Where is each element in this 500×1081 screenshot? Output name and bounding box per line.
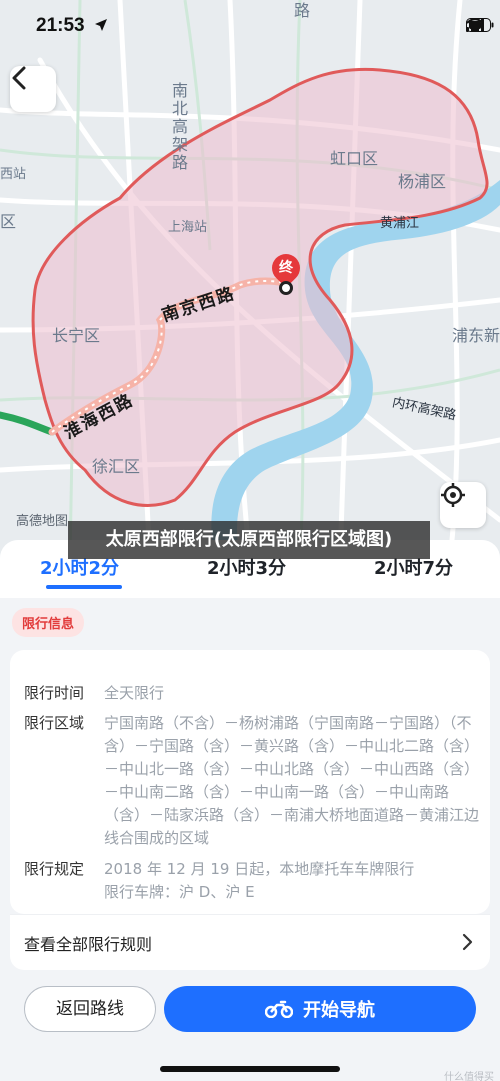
restriction-time-row: 限行时间 全天限行: [24, 682, 480, 705]
start-navigation-button[interactable]: 开始导航: [164, 986, 476, 1032]
locate-button[interactable]: [440, 482, 486, 528]
map-label-hongkou: 虹口区: [330, 149, 379, 168]
restriction-area-label: 限行区域: [24, 714, 85, 732]
restriction-info-card: 限行时间 全天限行 限行区域 宁国南路（不含）－杨树浦路（宁国南路－宁国路）（不…: [10, 650, 490, 914]
restriction-badge: 限行信息: [12, 608, 85, 637]
map-label-changning: 长宁区: [52, 326, 101, 345]
back-button[interactable]: [10, 66, 56, 112]
restriction-time-label: 限行时间: [24, 684, 85, 702]
map-canvas: [0, 0, 500, 560]
map-label-shanghai-station: 上海站: [168, 220, 208, 235]
home-indicator: [160, 1066, 340, 1072]
restriction-rule-label: 限行规定: [24, 860, 85, 878]
view-all-rules-link[interactable]: 查看全部限行规则: [10, 914, 490, 970]
return-route-button[interactable]: 返回路线: [24, 986, 156, 1032]
locate-icon: [441, 483, 465, 507]
destination-dot-icon: [279, 281, 293, 295]
map-logo: 高德地图: [16, 514, 69, 529]
chevron-right-icon: [462, 933, 473, 951]
view-all-rules-label: 查看全部限行规则: [24, 935, 153, 954]
status-bar: 21:53: [0, 0, 500, 56]
start-navigation-label: 开始导航: [303, 1000, 375, 1021]
restriction-rule-row: 限行规定 2018 年 12 月 19 日起，本地摩托车车牌限行 限行车牌：沪 …: [24, 858, 480, 904]
chevron-left-icon: [12, 66, 26, 90]
overlay-caption: 太原西部限行(太原西部限行区域图): [68, 521, 430, 559]
map-label-qu: 区: [0, 212, 17, 231]
map-label-nanbei-gaojia: 南北高架路: [169, 82, 188, 172]
map-view[interactable]: 南北高架路 路 虹口区 杨浦区 黄浦江 上海站 西站 区 长宁区 浦东新 内环高…: [0, 0, 500, 560]
motorcycle-icon: [265, 1000, 293, 1018]
restriction-area-row: 限行区域 宁国南路（不含）－杨树浦路（宁国南路－宁国路）（不含）－宁国路（含）－…: [24, 712, 480, 850]
map-label-west-station: 西站: [0, 167, 27, 182]
map-label-yangpu: 杨浦区: [398, 172, 447, 191]
location-arrow-icon: [95, 19, 107, 31]
watermark: 什么值得买: [444, 1072, 494, 1081]
battery-icon: [466, 18, 494, 32]
restriction-area-value: 宁国南路（不含）－杨树浦路（宁国南路－宁国路）（不含）－宁国路（含）－黄兴路（含…: [104, 714, 480, 847]
restriction-time-value: 全天限行: [104, 684, 165, 702]
end-marker-label: 终: [279, 260, 293, 276]
restriction-rule-value: 2018 年 12 月 19 日起，本地摩托车车牌限行 限行车牌：沪 D、沪 E: [104, 860, 415, 901]
map-label-huangpujiang: 黄浦江: [380, 216, 420, 231]
status-time: 21:53: [36, 15, 85, 36]
end-marker[interactable]: 终: [266, 248, 306, 298]
active-tab-indicator: [46, 585, 122, 589]
route-panel: 2小时2分 2小时3分 2小时7分 限行信息 限行时间 全天限行 限行区域 宁国…: [0, 540, 500, 1081]
map-label-xuhui: 徐汇区: [92, 457, 141, 476]
map-label-pudong: 浦东新: [452, 326, 500, 345]
